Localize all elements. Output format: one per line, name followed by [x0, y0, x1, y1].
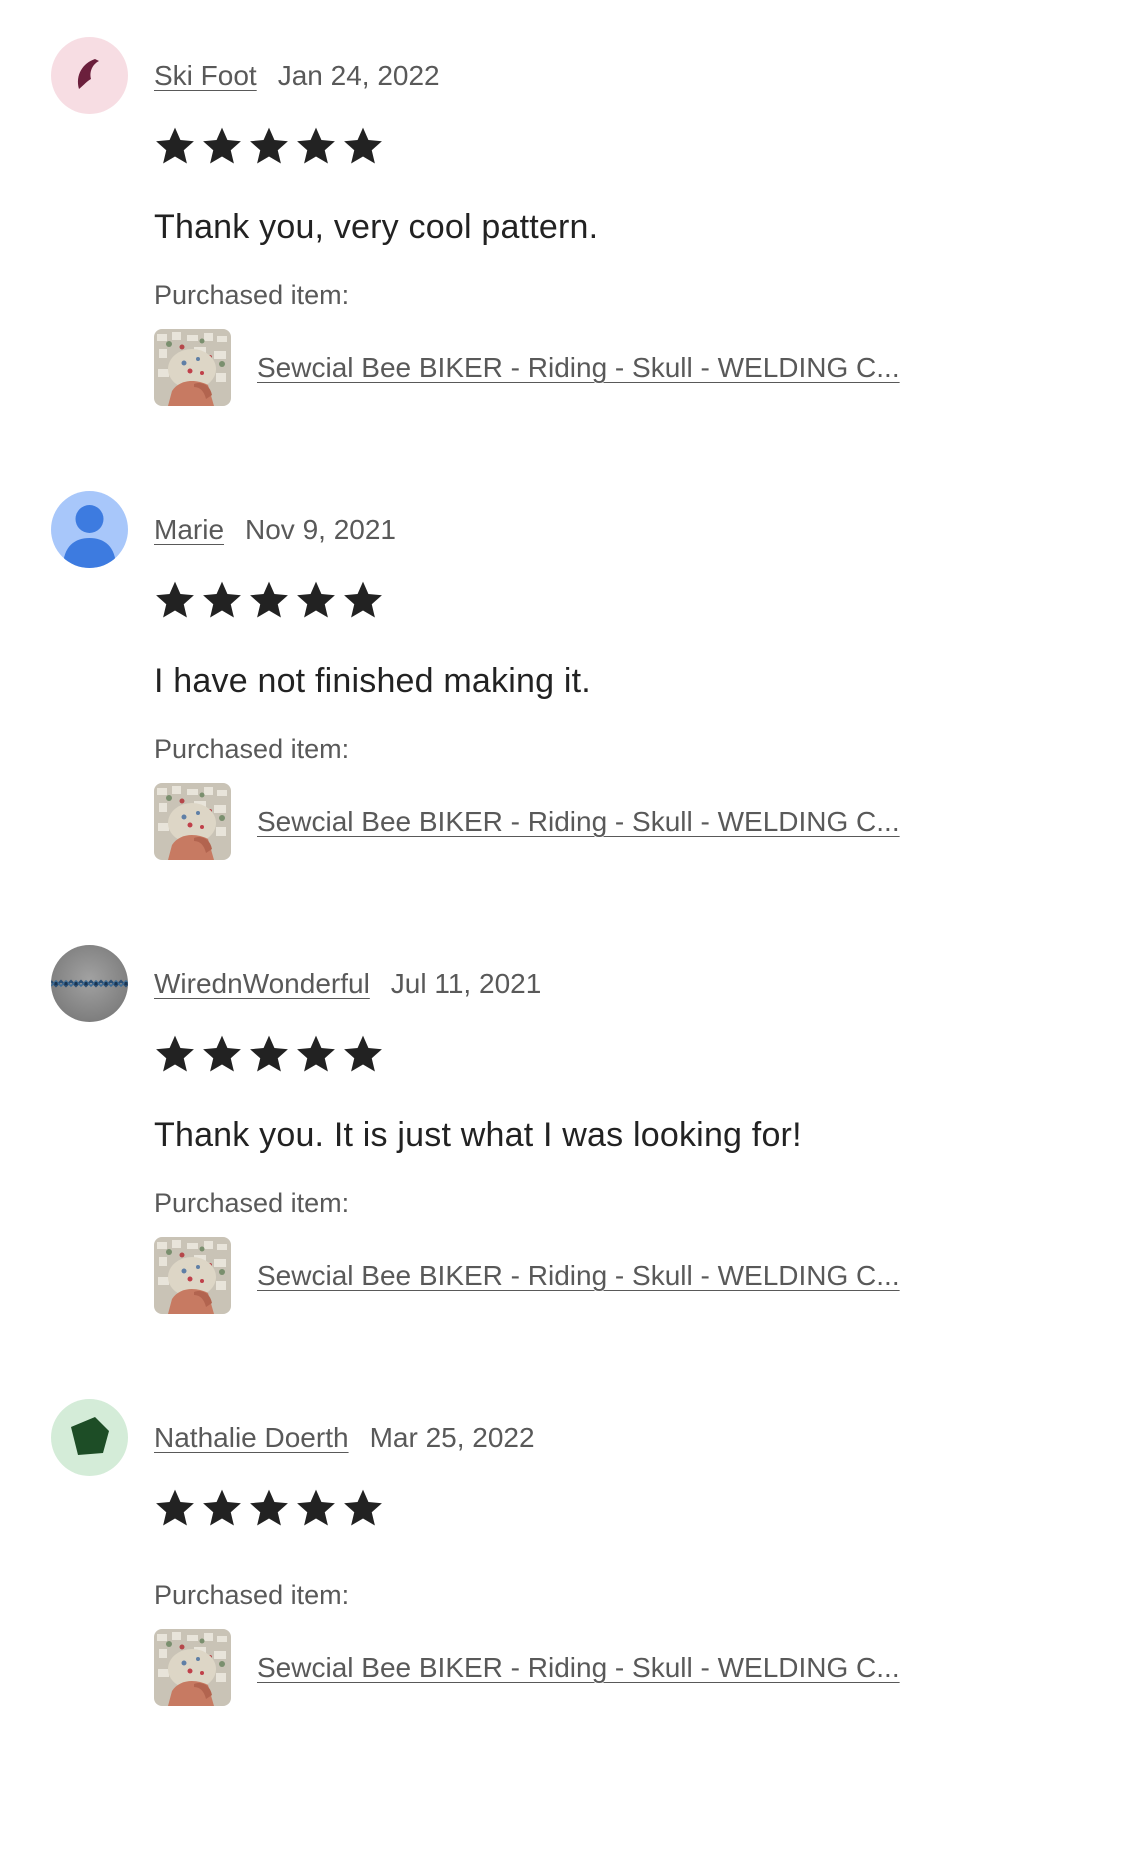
- reviewer-name-link[interactable]: Nathalie Doerth: [154, 1422, 349, 1454]
- star-rating: [154, 1033, 384, 1075]
- star-icon: [156, 581, 194, 618]
- reviewer-name-link[interactable]: Ski Foot: [154, 60, 257, 92]
- purchased-item-label: Purchased item:: [154, 280, 350, 310]
- item-thumbnail-image: [154, 329, 231, 406]
- reviewer-name-link[interactable]: Marie: [154, 514, 224, 546]
- item-title-link[interactable]: Sewcial Bee BIKER - Riding - Skull - WEL…: [257, 352, 900, 384]
- star-icon: [203, 127, 241, 164]
- reviewer-avatar[interactable]: [51, 37, 128, 114]
- beaded-wire-icon: [51, 945, 128, 1022]
- star-icon: [203, 1035, 241, 1072]
- reviewer-name-link[interactable]: WirednWonderful: [154, 968, 370, 1000]
- review-header: Nathalie Doerth Mar 25, 2022: [154, 1416, 535, 1460]
- review-card: Nathalie Doerth Mar 25, 2022 Purchased i…: [0, 1399, 1140, 1853]
- item-thumbnail[interactable]: [154, 329, 231, 406]
- star-icon: [250, 1489, 288, 1526]
- star-icon: [344, 1035, 382, 1072]
- review-header: Ski Foot Jan 24, 2022: [154, 54, 440, 98]
- item-thumbnail[interactable]: [154, 783, 231, 860]
- star-icon: [344, 127, 382, 164]
- person-icon: [51, 491, 128, 568]
- star-icon: [203, 1489, 241, 1526]
- item-thumbnail[interactable]: [154, 1629, 231, 1706]
- purchased-item-link[interactable]: Sewcial Bee BIKER - Riding - Skull - WEL…: [154, 1237, 900, 1314]
- item-thumbnail[interactable]: [154, 1237, 231, 1314]
- review-date: Mar 25, 2022: [369, 1422, 535, 1453]
- review-date: Jan 24, 2022: [277, 60, 440, 91]
- purchased-item-link[interactable]: Sewcial Bee BIKER - Riding - Skull - WEL…: [154, 329, 900, 406]
- star-icon: [250, 127, 288, 164]
- star-rating: [154, 1487, 384, 1529]
- item-title-link[interactable]: Sewcial Bee BIKER - Riding - Skull - WEL…: [257, 1260, 900, 1292]
- reviewer-avatar[interactable]: [51, 1399, 128, 1476]
- purchased-item-link[interactable]: Sewcial Bee BIKER - Riding - Skull - WEL…: [154, 1629, 900, 1706]
- review-text: Thank you, very cool pattern.: [154, 208, 599, 246]
- review-header: WirednWonderful Jul 11, 2021: [154, 962, 541, 1006]
- star-icon: [156, 127, 194, 164]
- item-title-link[interactable]: Sewcial Bee BIKER - Riding - Skull - WEL…: [257, 1652, 900, 1684]
- review-date: Nov 9, 2021: [245, 514, 397, 545]
- purchased-item-link[interactable]: Sewcial Bee BIKER - Riding - Skull - WEL…: [154, 783, 900, 860]
- star-rating: [154, 579, 384, 621]
- star-icon: [156, 1489, 194, 1526]
- crescent-icon: [51, 37, 128, 114]
- star-icon: [297, 581, 335, 618]
- item-title-link[interactable]: Sewcial Bee BIKER - Riding - Skull - WEL…: [257, 806, 900, 838]
- pentagon-icon: [51, 1399, 128, 1476]
- review-header: Marie Nov 9, 2021: [154, 508, 396, 552]
- star-icon: [250, 1035, 288, 1072]
- star-icon: [344, 1489, 382, 1526]
- review-date: Jul 11, 2021: [390, 968, 542, 999]
- review-card: WirednWonderful Jul 11, 2021 Thank you. …: [0, 945, 1140, 1399]
- review-card: Marie Nov 9, 2021 I have not finished ma…: [0, 491, 1140, 945]
- review-card: Ski Foot Jan 24, 2022 Thank you, very co…: [0, 37, 1140, 491]
- star-icon: [250, 581, 288, 618]
- star-icon: [297, 1489, 335, 1526]
- reviewer-avatar[interactable]: [51, 491, 128, 568]
- star-icon: [156, 1035, 194, 1072]
- review-text: Thank you. It is just what I was looking…: [154, 1116, 802, 1154]
- purchased-item-label: Purchased item:: [154, 734, 350, 764]
- star-icon: [203, 581, 241, 618]
- purchased-item-label: Purchased item:: [154, 1188, 350, 1218]
- reviewer-avatar[interactable]: [51, 945, 128, 1022]
- purchased-item-label: Purchased item:: [154, 1580, 350, 1610]
- star-rating: [154, 125, 384, 167]
- item-thumbnail-image: [154, 783, 231, 860]
- review-text: I have not finished making it.: [154, 662, 591, 700]
- item-thumbnail-image: [154, 1237, 231, 1314]
- star-icon: [297, 127, 335, 164]
- item-thumbnail-image: [154, 1629, 231, 1706]
- star-icon: [344, 581, 382, 618]
- star-icon: [297, 1035, 335, 1072]
